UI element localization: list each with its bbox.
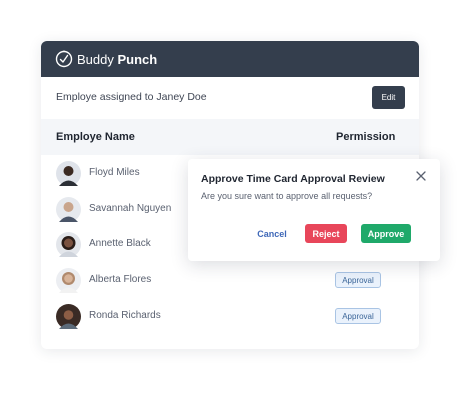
brand-name: Buddy Punch — [77, 52, 157, 67]
permission-badge[interactable]: Approval — [335, 272, 381, 288]
approve-button[interactable]: Approve — [361, 224, 411, 243]
column-header-permission: Permission — [336, 131, 396, 143]
brand-name-regular: Buddy — [77, 52, 114, 67]
table-header: Employe Name Permission — [41, 119, 419, 155]
approve-modal: Approve Time Card Approval Review Are yo… — [188, 159, 440, 261]
reject-button[interactable]: Reject — [305, 224, 347, 243]
avatar — [56, 161, 81, 186]
edit-button[interactable]: Edit — [372, 86, 405, 109]
avatar — [56, 268, 81, 293]
employee-name: Annette Black — [89, 238, 151, 249]
avatar — [56, 304, 81, 329]
modal-message: Are you sure want to approve all request… — [201, 191, 373, 201]
permission-badge[interactable]: Approval — [335, 308, 381, 324]
employee-name: Floyd Miles — [89, 167, 140, 178]
employee-name: Ronda Richards — [89, 310, 161, 321]
employee-name: Alberta Flores — [89, 274, 152, 285]
modal-title: Approve Time Card Approval Review — [201, 173, 385, 185]
close-icon[interactable] — [415, 170, 427, 182]
clock-icon — [55, 50, 73, 68]
brand-name-bold: Punch — [117, 52, 158, 67]
avatar — [56, 197, 81, 222]
cancel-button[interactable]: Cancel — [252, 225, 292, 243]
assignment-text: Employe assigned to Janey Doe — [56, 91, 207, 103]
employee-name: Savannah Nguyen — [89, 203, 172, 214]
table-row[interactable]: Alberta Flores Approval — [41, 262, 419, 299]
column-header-name: Employe Name — [56, 131, 135, 143]
avatar — [56, 232, 81, 257]
card-header: Buddy Punch — [41, 41, 419, 77]
table-row[interactable]: Ronda Richards Approval — [41, 298, 419, 335]
assignment-row: Employe assigned to Janey Doe Edit — [41, 77, 419, 119]
